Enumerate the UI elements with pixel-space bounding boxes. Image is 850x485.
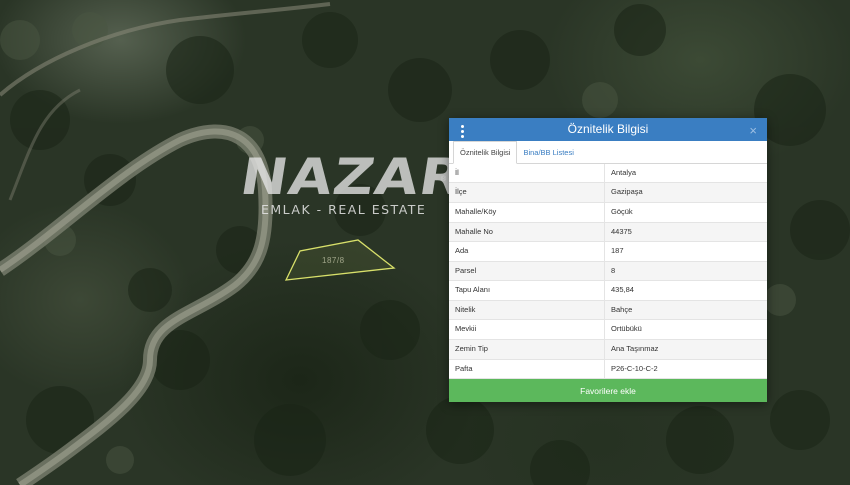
row-value: 44375: [611, 226, 632, 236]
row-key: İlçe: [449, 183, 605, 202]
vertical-menu-icon[interactable]: [461, 125, 465, 138]
table-row: Parsel 8: [449, 261, 767, 282]
row-value: Ana Taşınmaz: [611, 344, 659, 354]
table-row: Nitelik Bahçe: [449, 300, 767, 321]
row-value: Gazipaşa: [611, 187, 643, 197]
add-to-favorites-button[interactable]: Favorilere ekle: [449, 379, 767, 402]
row-key: Ada: [449, 242, 605, 261]
row-key: Mahalle No: [449, 222, 605, 242]
row-key: Parsel: [449, 261, 605, 281]
attribute-table: İl Antalya İlçe Gazipaşa Mahalle/Köy Göçük …: [449, 163, 767, 380]
table-row: Zemin Tip Ana Taşınmaz: [449, 340, 767, 360]
row-key: Zemin Tip: [449, 340, 605, 359]
row-value: 187: [611, 246, 624, 256]
close-icon[interactable]: ×: [749, 123, 757, 139]
table-row: İl Antalya: [449, 163, 767, 184]
panel-tabs: Öznitelik Bilgisi Bina/BB Listesi: [449, 140, 767, 164]
table-row: Mahalle No 44375: [449, 222, 767, 243]
tab-building-list[interactable]: Bina/BB Listesi: [517, 142, 579, 163]
row-value: P26-C-10-C-2: [611, 363, 658, 373]
row-value: Antalya: [611, 167, 637, 177]
row-key: Mevkii: [449, 320, 605, 340]
logo-tagline: EMLAK - REAL ESTATE: [261, 202, 427, 217]
row-value: 8: [611, 265, 616, 275]
row-key: Pafta: [449, 359, 605, 379]
watermark-logo: NAZAR ® EMLAK - REAL ESTATE: [237, 148, 469, 222]
row-key: Tapu Alanı: [449, 281, 605, 300]
table-row: Tapu Alanı 435,84: [449, 281, 767, 301]
row-value: Ortübükü: [611, 324, 642, 334]
row-key: Mahalle/Köy: [449, 202, 605, 222]
table-row: İlçe Gazipaşa: [449, 183, 767, 203]
table-row: Mevkii Ortübükü: [449, 320, 767, 341]
table-row: Pafta P26-C-10-C-2: [449, 359, 767, 380]
attribute-info-panel: Öznitelik Bilgisi × Öznitelik Bilgisi Bi…: [449, 118, 767, 402]
row-key: İl: [449, 163, 605, 183]
tab-attribute-info[interactable]: Öznitelik Bilgisi: [453, 140, 518, 164]
table-row: Ada 187: [449, 242, 767, 262]
parcel-label: 187/8: [322, 256, 345, 265]
panel-header: Öznitelik Bilgisi ×: [449, 118, 767, 141]
row-value: Bahçe: [611, 304, 633, 314]
logo-registered-mark: ®: [441, 176, 447, 183]
row-value: Göçük: [611, 206, 633, 216]
row-key: Nitelik: [449, 300, 605, 320]
logo-wordmark: NAZAR: [236, 148, 469, 206]
row-value: 435,84: [611, 285, 634, 295]
table-row: Mahalle/Köy Göçük: [449, 202, 767, 223]
panel-title: Öznitelik Bilgisi: [567, 122, 649, 137]
